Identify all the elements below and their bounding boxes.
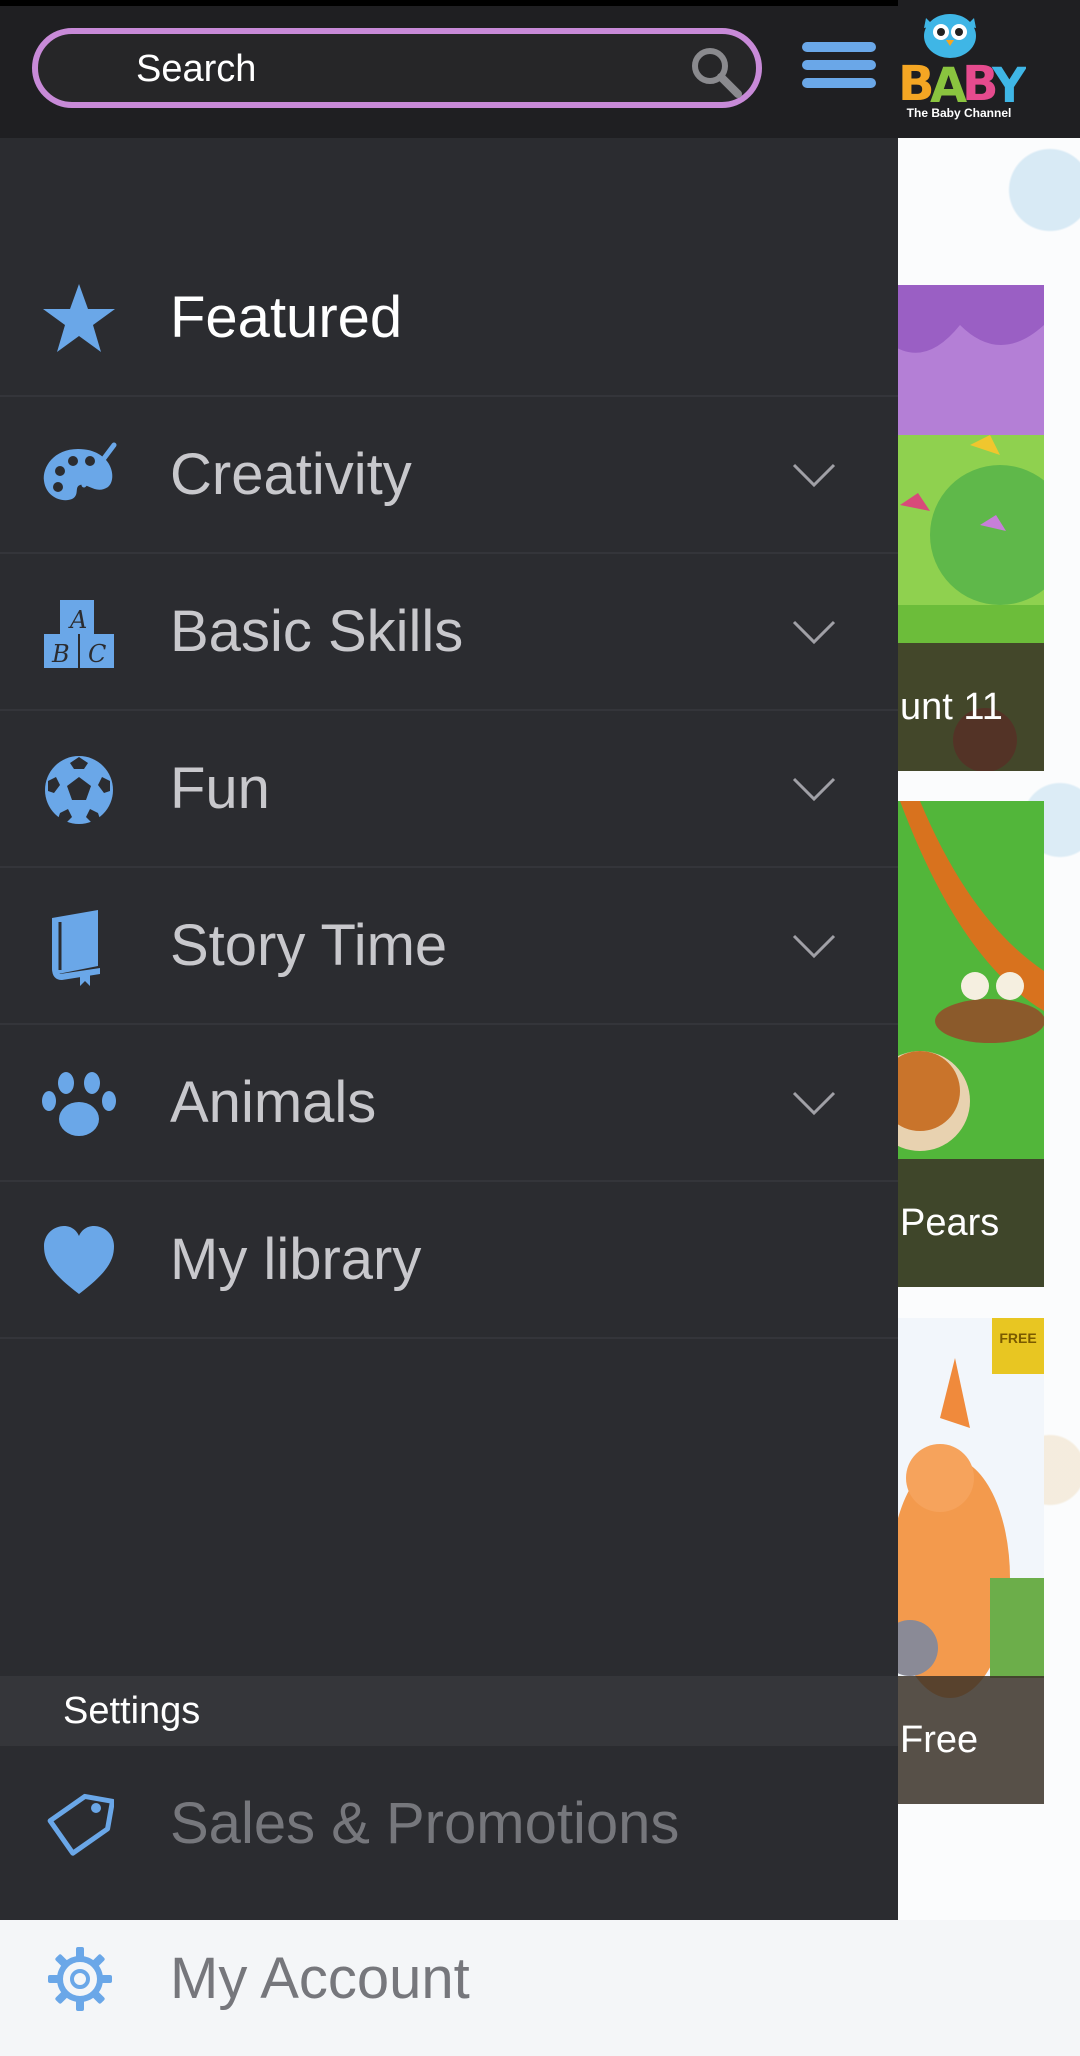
logo-tagline: The Baby Channel: [906, 106, 1012, 120]
navigation-drawer: Featured Creativity A B C Basic Skills F…: [0, 138, 898, 2011]
free-ribbon: FREE: [992, 1318, 1044, 1374]
abc-blocks-icon: A B C: [44, 600, 114, 668]
nav-item-label: Featured: [170, 285, 403, 350]
svg-text:C: C: [88, 640, 106, 668]
nav-item-creativity[interactable]: Creativity: [0, 397, 898, 554]
soccer-ball-icon: [45, 756, 113, 824]
settings-item-my-account[interactable]: My Account: [0, 1901, 898, 2056]
chevron-down-icon[interactable]: [790, 451, 838, 499]
svg-text:Y: Y: [991, 58, 1026, 108]
settings-item-sales-promotions[interactable]: Sales & Promotions: [0, 1746, 898, 1901]
settings-header-label: Settings: [63, 1690, 201, 1732]
nav-item-label: Basic Skills: [170, 599, 464, 664]
video-card-1[interactable]: unt 11: [880, 285, 1044, 771]
video-card-2[interactable]: Pears: [880, 801, 1044, 1287]
settings-item-label: Sales & Promotions: [170, 1791, 680, 1856]
search-box[interactable]: [32, 28, 762, 108]
nav-item-label: Creativity: [170, 442, 412, 507]
card-3-caption: Free: [880, 1676, 1044, 1804]
search-icon[interactable]: [688, 44, 744, 100]
nav-item-featured[interactable]: Featured: [0, 240, 898, 397]
settings-item-label: My Account: [170, 1946, 470, 2011]
nav-item-label: Fun: [170, 756, 270, 821]
chevron-down-icon[interactable]: [790, 765, 838, 813]
book-icon: [52, 910, 100, 986]
nav-item-label: Story Time: [170, 913, 448, 978]
settings-section-header: Settings: [0, 1676, 898, 1746]
heart-icon: [44, 1226, 114, 1294]
search-input[interactable]: [134, 44, 658, 94]
baby-channel-logo: B A B Y The Baby Channel: [896, 8, 1028, 126]
nav-item-basic-skills[interactable]: A B C Basic Skills: [0, 554, 898, 711]
owl-logo-icon: B A B Y: [898, 14, 1028, 114]
gear-icon: [48, 1947, 112, 2011]
chevron-down-icon[interactable]: [790, 608, 838, 656]
video-card-3[interactable]: FREE Free: [880, 1318, 1044, 1804]
card-1-caption: unt 11: [880, 643, 1044, 771]
chevron-down-icon[interactable]: [790, 1079, 838, 1127]
palette-icon: [43, 442, 117, 501]
paw-icon: [42, 1072, 116, 1136]
chevron-down-icon[interactable]: [790, 922, 838, 970]
hamburger-menu-icon[interactable]: [802, 42, 878, 96]
nav-item-label: My library: [170, 1227, 422, 1292]
top-bar: B A B Y The Baby Channel: [0, 0, 1080, 138]
status-line: [0, 0, 898, 6]
nav-item-my-library[interactable]: My library: [0, 1182, 898, 1339]
svg-text:B: B: [51, 640, 70, 668]
svg-text:A: A: [68, 606, 87, 634]
card-2-caption: Pears: [880, 1159, 1044, 1287]
nav-item-story-time[interactable]: Story Time: [0, 868, 898, 1025]
nav-item-label: Animals: [170, 1070, 377, 1135]
star-icon: [43, 284, 115, 352]
nav-item-animals[interactable]: Animals: [0, 1025, 898, 1182]
nav-item-fun[interactable]: Fun: [0, 711, 898, 868]
tag-icon: [47, 1793, 114, 1856]
